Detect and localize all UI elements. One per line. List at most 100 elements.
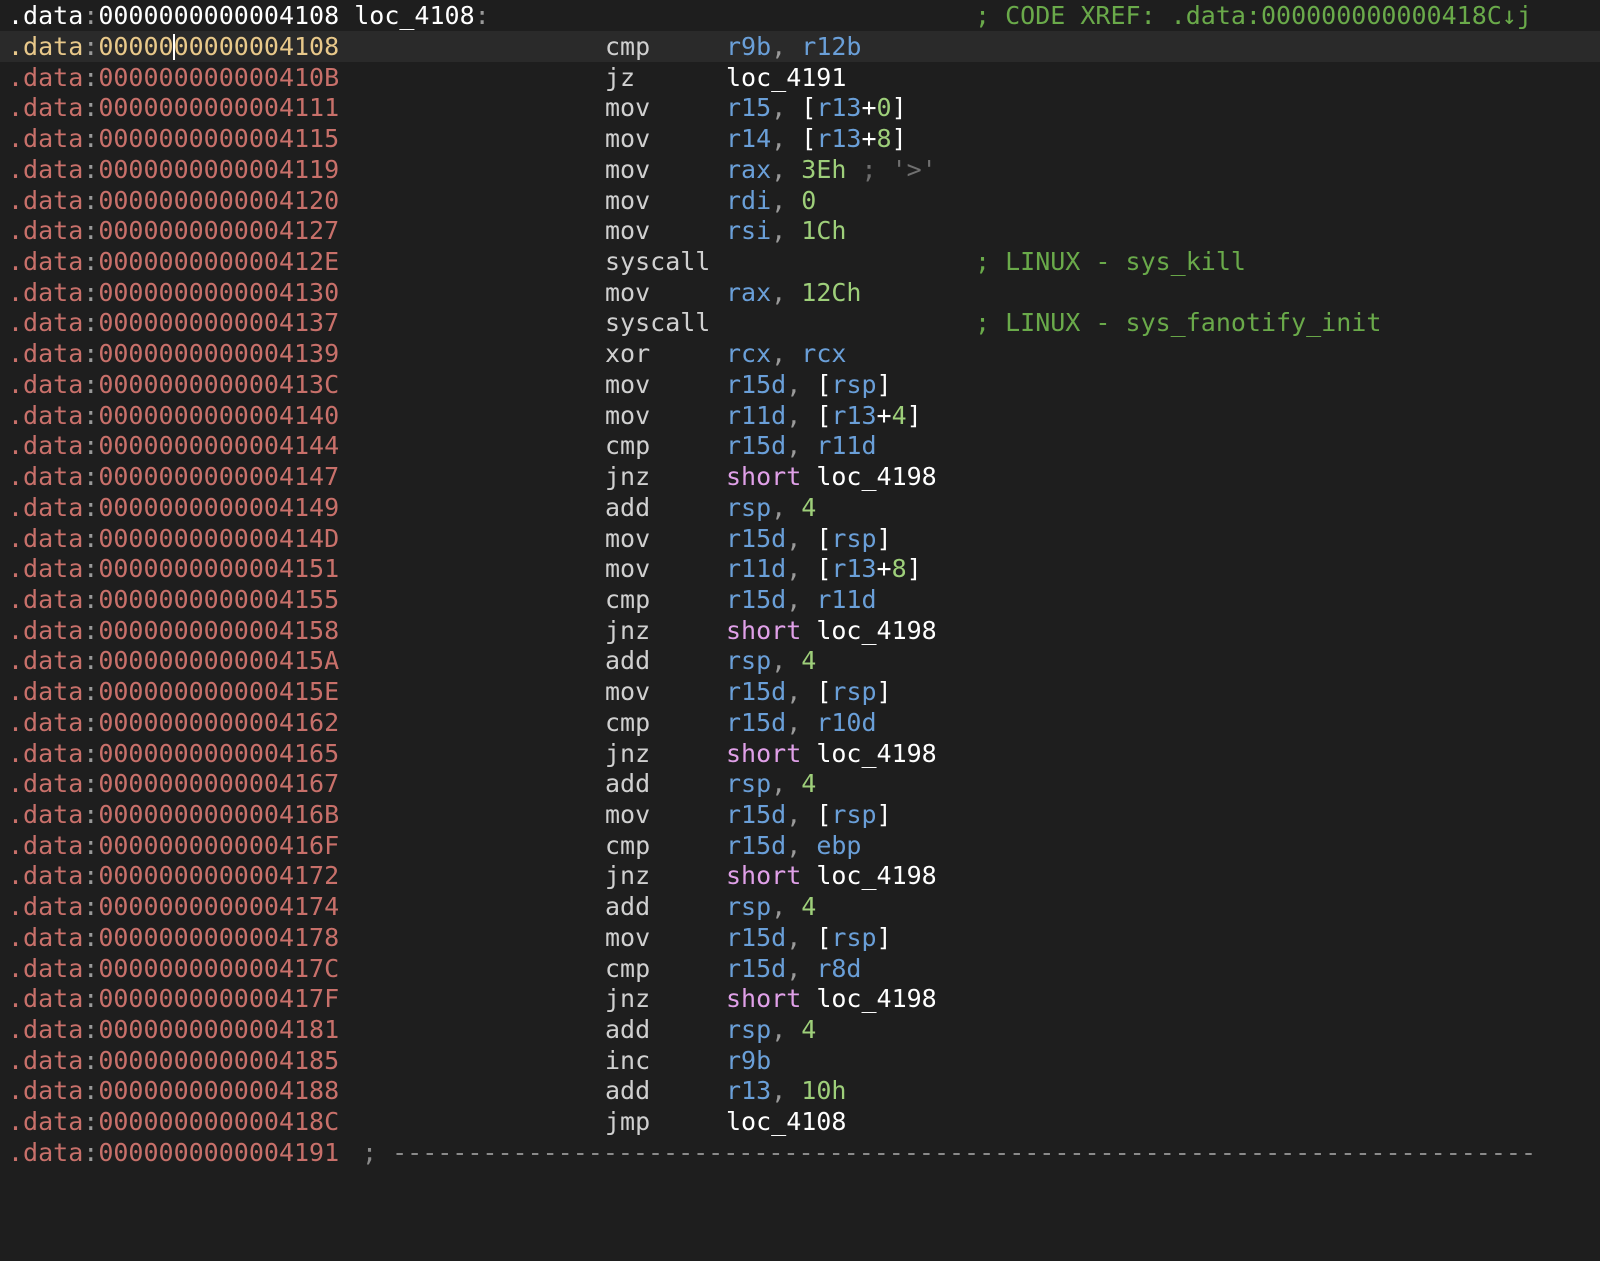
- operand-register[interactable]: r13: [816, 93, 861, 122]
- instruction-mnemonic[interactable]: cmp: [605, 953, 650, 984]
- instruction-mnemonic[interactable]: syscall: [605, 307, 710, 338]
- instruction-mnemonic[interactable]: jz: [605, 62, 635, 93]
- operand-label[interactable]: loc_4198: [816, 616, 936, 645]
- operand-register[interactable]: rcx: [726, 339, 771, 368]
- instruction-mnemonic[interactable]: add: [605, 891, 650, 922]
- instruction-row[interactable]: .data:0000000000004162 cmp r15d, r10d: [0, 707, 1600, 738]
- operand-register[interactable]: ebp: [816, 831, 861, 860]
- operand-label[interactable]: loc_4198: [816, 984, 936, 1013]
- operand-register[interactable]: rsp: [831, 923, 876, 952]
- instruction-row[interactable]: .data:0000000000004178 mov r15d, [rsp]: [0, 922, 1600, 953]
- operand-register[interactable]: rsp: [726, 1015, 771, 1044]
- instruction-row[interactable]: .data:0000000000004158 jnz short loc_4198: [0, 615, 1600, 646]
- instruction-mnemonic[interactable]: mov: [605, 92, 650, 123]
- instruction-row[interactable]: .data:0000000000004147 jnz short loc_4198: [0, 461, 1600, 492]
- instruction-row[interactable]: .data:0000000000004111 mov r15, [r13+0]: [0, 92, 1600, 123]
- operand-register[interactable]: r15d: [726, 585, 786, 614]
- operand-register[interactable]: rsp: [726, 646, 771, 675]
- instruction-mnemonic[interactable]: mov: [605, 123, 650, 154]
- instruction-mnemonic[interactable]: inc: [605, 1045, 650, 1076]
- instruction-row[interactable]: .data:0000000000004120 mov rdi, 0: [0, 185, 1600, 216]
- instruction-mnemonic[interactable]: syscall: [605, 246, 710, 277]
- operand-label[interactable]: loc_4198: [816, 462, 936, 491]
- operand-register[interactable]: rsp: [831, 370, 876, 399]
- operand-register[interactable]: r15d: [726, 708, 786, 737]
- instruction-row[interactable]: .data:000000000000416F cmp r15d, ebp: [0, 830, 1600, 861]
- instruction-mnemonic[interactable]: jnz: [605, 461, 650, 492]
- instruction-mnemonic[interactable]: mov: [605, 553, 650, 584]
- instruction-row[interactable]: .data:0000000000004119 mov rax, 3Eh ; '>': [0, 154, 1600, 185]
- instruction-row[interactable]: .data:0000000000004140 mov r11d, [r13+4]: [0, 400, 1600, 431]
- operand-register[interactable]: r15d: [726, 677, 786, 706]
- instruction-row[interactable]: .data:0000000000004127 mov rsi, 1Ch: [0, 215, 1600, 246]
- operand-register[interactable]: r8d: [816, 954, 861, 983]
- instruction-mnemonic[interactable]: mov: [605, 369, 650, 400]
- instruction-row[interactable]: .data:0000000000004155 cmp r15d, r11d: [0, 584, 1600, 615]
- instruction-mnemonic[interactable]: jnz: [605, 738, 650, 769]
- instruction-row[interactable]: .data:0000000000004185 inc r9b: [0, 1045, 1600, 1076]
- instruction-row[interactable]: .data:0000000000004139 xor rcx, rcx: [0, 338, 1600, 369]
- operand-register[interactable]: rsp: [726, 493, 771, 522]
- instruction-row[interactable]: .data:0000000000004144 cmp r15d, r11d: [0, 430, 1600, 461]
- operand-register[interactable]: rdi: [726, 186, 771, 215]
- operand-register[interactable]: r11d: [726, 554, 786, 583]
- operand-register[interactable]: r13: [831, 554, 876, 583]
- instruction-row[interactable]: .data:000000000000413C mov r15d, [rsp]: [0, 369, 1600, 400]
- operand-register[interactable]: rsp: [726, 769, 771, 798]
- operand-register[interactable]: r15d: [726, 800, 786, 829]
- footer-line[interactable]: .data:0000000000004191 ; ---------------…: [0, 1137, 1600, 1168]
- operand-register[interactable]: r14: [726, 124, 771, 153]
- operand-register[interactable]: rax: [726, 155, 771, 184]
- instruction-row[interactable]: .data:000000000000414D mov r15d, [rsp]: [0, 523, 1600, 554]
- instruction-row[interactable]: .data:000000000000417F jnz short loc_4198: [0, 983, 1600, 1014]
- instruction-mnemonic[interactable]: cmp: [605, 31, 650, 62]
- instruction-mnemonic[interactable]: cmp: [605, 830, 650, 861]
- instruction-row[interactable]: .data:0000000000004108 cmp r9b, r12b: [0, 31, 1600, 62]
- operand-register[interactable]: r15d: [726, 524, 786, 553]
- operand-register[interactable]: r15d: [726, 370, 786, 399]
- operand-register[interactable]: rax: [726, 278, 771, 307]
- instruction-mnemonic[interactable]: jnz: [605, 860, 650, 891]
- operand-register[interactable]: rsp: [831, 524, 876, 553]
- instruction-mnemonic[interactable]: jnz: [605, 983, 650, 1014]
- instruction-mnemonic[interactable]: cmp: [605, 707, 650, 738]
- operand-register[interactable]: rsi: [726, 216, 771, 245]
- operand-register[interactable]: r13: [726, 1076, 771, 1105]
- instruction-mnemonic[interactable]: mov: [605, 799, 650, 830]
- instruction-row[interactable]: .data:000000000000410B jz loc_4191: [0, 62, 1600, 93]
- header-label[interactable]: loc_4108: [354, 1, 474, 30]
- instruction-row[interactable]: .data:0000000000004165 jnz short loc_4198: [0, 738, 1600, 769]
- instruction-row[interactable]: .data:000000000000418C jmp loc_4108: [0, 1106, 1600, 1137]
- instruction-mnemonic[interactable]: mov: [605, 154, 650, 185]
- header-line[interactable]: .data:0000000000004108 loc_4108: ; CODE …: [0, 0, 1600, 31]
- instruction-row[interactable]: .data:0000000000004188 add r13, 10h: [0, 1075, 1600, 1106]
- operand-label[interactable]: loc_4108: [726, 1107, 846, 1136]
- instruction-mnemonic[interactable]: cmp: [605, 430, 650, 461]
- operand-register[interactable]: r13: [831, 401, 876, 430]
- instruction-mnemonic[interactable]: add: [605, 492, 650, 523]
- operand-register[interactable]: rcx: [801, 339, 846, 368]
- operand-register[interactable]: r11d: [816, 431, 876, 460]
- operand-register[interactable]: r11d: [816, 585, 876, 614]
- instruction-mnemonic[interactable]: mov: [605, 277, 650, 308]
- operand-label[interactable]: loc_4191: [726, 63, 846, 92]
- operand-register[interactable]: r15: [726, 93, 771, 122]
- instruction-mnemonic[interactable]: add: [605, 645, 650, 676]
- instruction-mnemonic[interactable]: mov: [605, 215, 650, 246]
- instruction-mnemonic[interactable]: mov: [605, 676, 650, 707]
- operand-register[interactable]: r15d: [726, 954, 786, 983]
- instruction-row[interactable]: .data:0000000000004181 add rsp, 4: [0, 1014, 1600, 1045]
- operand-register[interactable]: r12b: [801, 32, 861, 61]
- instruction-row[interactable]: .data:0000000000004130 mov rax, 12Ch: [0, 277, 1600, 308]
- operand-register[interactable]: r15d: [726, 431, 786, 460]
- instruction-mnemonic[interactable]: jmp: [605, 1106, 650, 1137]
- operand-label[interactable]: loc_4198: [816, 861, 936, 890]
- operand-register[interactable]: r10d: [816, 708, 876, 737]
- operand-label[interactable]: loc_4198: [816, 739, 936, 768]
- instruction-mnemonic[interactable]: jnz: [605, 615, 650, 646]
- instruction-row[interactable]: .data:000000000000415E mov r15d, [rsp]: [0, 676, 1600, 707]
- instruction-row[interactable]: .data:0000000000004167 add rsp, 4: [0, 768, 1600, 799]
- operand-register[interactable]: r15d: [726, 831, 786, 860]
- operand-register[interactable]: r13: [816, 124, 861, 153]
- instruction-mnemonic[interactable]: add: [605, 1014, 650, 1045]
